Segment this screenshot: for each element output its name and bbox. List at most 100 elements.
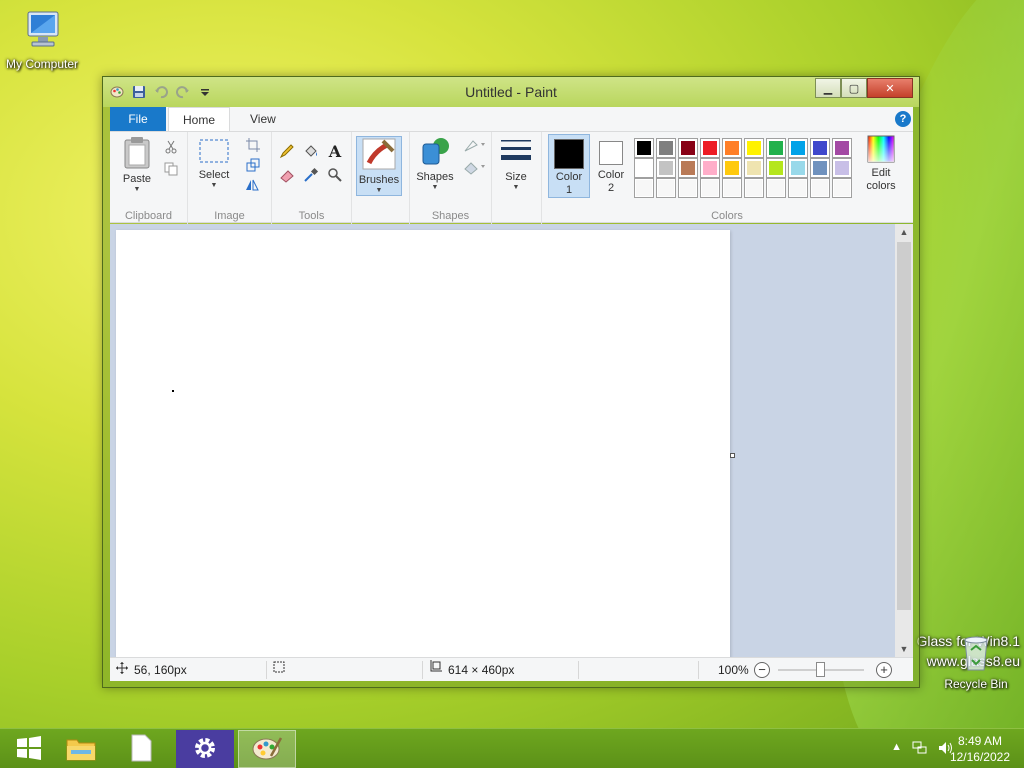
resize-icon[interactable]: [244, 156, 262, 174]
palette-swatch[interactable]: [766, 138, 786, 158]
taskbar-new-document[interactable]: [112, 730, 170, 768]
clock-time: 8:49 AM: [957, 734, 1002, 748]
edit-colors-button[interactable]: Edit colors: [860, 134, 902, 193]
paste-button[interactable]: Paste ▼: [116, 136, 158, 194]
palette-swatch[interactable]: [634, 158, 654, 178]
palette-swatch[interactable]: [722, 138, 742, 158]
outline-icon[interactable]: [462, 136, 488, 154]
palette-swatch[interactable]: [634, 138, 654, 158]
edit-colors-label-line1: Edit: [871, 167, 891, 179]
palette-swatch[interactable]: [832, 158, 852, 178]
palette-swatch[interactable]: [700, 178, 720, 198]
select-button[interactable]: Select ▼: [194, 136, 234, 190]
canvas-size-icon: [428, 658, 442, 682]
system-clock[interactable]: 8:49 AM 12/16/2022: [950, 733, 1010, 765]
pencil-icon[interactable]: [278, 142, 296, 160]
palette-swatch[interactable]: [810, 178, 830, 198]
palette-swatch[interactable]: [722, 158, 742, 178]
palette-swatch-color: [636, 140, 652, 156]
palette-swatch[interactable]: [678, 178, 698, 198]
taskbar-paint[interactable]: [238, 730, 296, 768]
palette-swatch[interactable]: [678, 138, 698, 158]
palette-swatch-color: [834, 180, 850, 196]
chevron-down-icon: ▼: [210, 182, 218, 189]
copy-icon[interactable]: [162, 160, 180, 178]
palette-swatch-color: [724, 180, 740, 196]
palette-swatch-color: [680, 160, 696, 176]
show-hidden-icons-icon[interactable]: ▲: [891, 741, 902, 758]
tab-file[interactable]: File: [110, 107, 166, 131]
group-label: Tools: [298, 210, 325, 222]
color1-button[interactable]: Color 1: [548, 134, 590, 198]
edit-colors-label-line2: colors: [866, 180, 896, 192]
palette-swatch[interactable]: [810, 138, 830, 158]
taskbar-settings[interactable]: [176, 730, 234, 768]
palette-swatch[interactable]: [788, 158, 808, 178]
start-button[interactable]: [0, 730, 58, 768]
palette-swatch[interactable]: [656, 158, 676, 178]
brushes-button[interactable]: Brushes ▼: [356, 136, 402, 196]
desktop-icon-recycle-bin[interactable]: Recycle Bin: [934, 634, 1018, 691]
group-size: Size ▼: [492, 132, 542, 224]
vertical-scrollbar[interactable]: ▲ ▼: [895, 224, 913, 657]
palette-swatch[interactable]: [656, 178, 676, 198]
canvas-resize-handle[interactable]: [730, 453, 735, 458]
palette-swatch-color: [812, 160, 828, 176]
eraser-icon[interactable]: [278, 166, 296, 184]
color1-label-line2: 1: [565, 184, 573, 196]
fill-icon[interactable]: [462, 158, 488, 176]
text-tool-icon[interactable]: A: [326, 142, 344, 161]
palette-swatch[interactable]: [634, 178, 654, 198]
title-bar[interactable]: Untitled - Paint ▁ ▢ ✕: [103, 77, 919, 107]
paste-label: Paste: [122, 173, 152, 185]
zoom-out-button[interactable]: −: [754, 662, 770, 678]
close-button[interactable]: ✕: [867, 78, 913, 98]
cut-icon[interactable]: [162, 138, 180, 156]
scroll-up-icon[interactable]: ▲: [895, 224, 913, 240]
drawing-canvas[interactable]: [116, 230, 730, 657]
palette-swatch-color: [724, 140, 740, 156]
palette-swatch[interactable]: [722, 178, 742, 198]
recycle-bin-icon: [934, 634, 1018, 675]
zoom-slider-thumb[interactable]: [816, 662, 825, 677]
palette-swatch[interactable]: [656, 138, 676, 158]
palette-swatch[interactable]: [810, 158, 830, 178]
scrollbar-thumb[interactable]: [897, 242, 911, 610]
palette-swatch[interactable]: [678, 158, 698, 178]
palette-swatch[interactable]: [832, 138, 852, 158]
palette-swatch[interactable]: [788, 138, 808, 158]
palette-swatch-color: [768, 180, 784, 196]
drawn-pixel: [172, 390, 174, 392]
help-icon[interactable]: ?: [895, 111, 911, 127]
shapes-button[interactable]: Shapes ▼: [414, 136, 456, 192]
canvas-size: 614 × 460px: [428, 658, 514, 682]
palette-swatch[interactable]: [766, 178, 786, 198]
fill-bucket-icon[interactable]: [302, 142, 320, 160]
palette-swatch[interactable]: [744, 138, 764, 158]
maximize-button[interactable]: ▢: [841, 78, 867, 98]
palette-swatch-color: [680, 140, 696, 156]
rotate-icon[interactable]: [244, 176, 262, 194]
palette-swatch[interactable]: [700, 138, 720, 158]
tab-view[interactable]: View: [236, 107, 290, 131]
tab-home[interactable]: Home: [168, 107, 231, 132]
palette-swatch[interactable]: [700, 158, 720, 178]
network-icon[interactable]: [912, 741, 928, 758]
scroll-down-icon[interactable]: ▼: [895, 641, 913, 657]
minimize-button[interactable]: ▁: [815, 78, 841, 98]
taskbar-file-explorer[interactable]: [52, 730, 110, 768]
palette-swatch[interactable]: [744, 178, 764, 198]
magnifier-icon[interactable]: [326, 166, 344, 184]
crop-icon[interactable]: [244, 136, 262, 154]
color2-button[interactable]: Color 2: [592, 134, 630, 198]
palette-swatch[interactable]: [766, 158, 786, 178]
palette-swatch-color: [636, 160, 652, 176]
palette-swatch[interactable]: [744, 158, 764, 178]
size-button[interactable]: Size ▼: [496, 136, 536, 192]
palette-swatch[interactable]: [788, 178, 808, 198]
desktop-icon-my-computer[interactable]: My Computer: [0, 8, 84, 71]
color-picker-icon[interactable]: [302, 166, 320, 184]
palette-swatch[interactable]: [832, 178, 852, 198]
palette-swatch-color: [658, 140, 674, 156]
zoom-in-button[interactable]: +: [876, 662, 892, 678]
